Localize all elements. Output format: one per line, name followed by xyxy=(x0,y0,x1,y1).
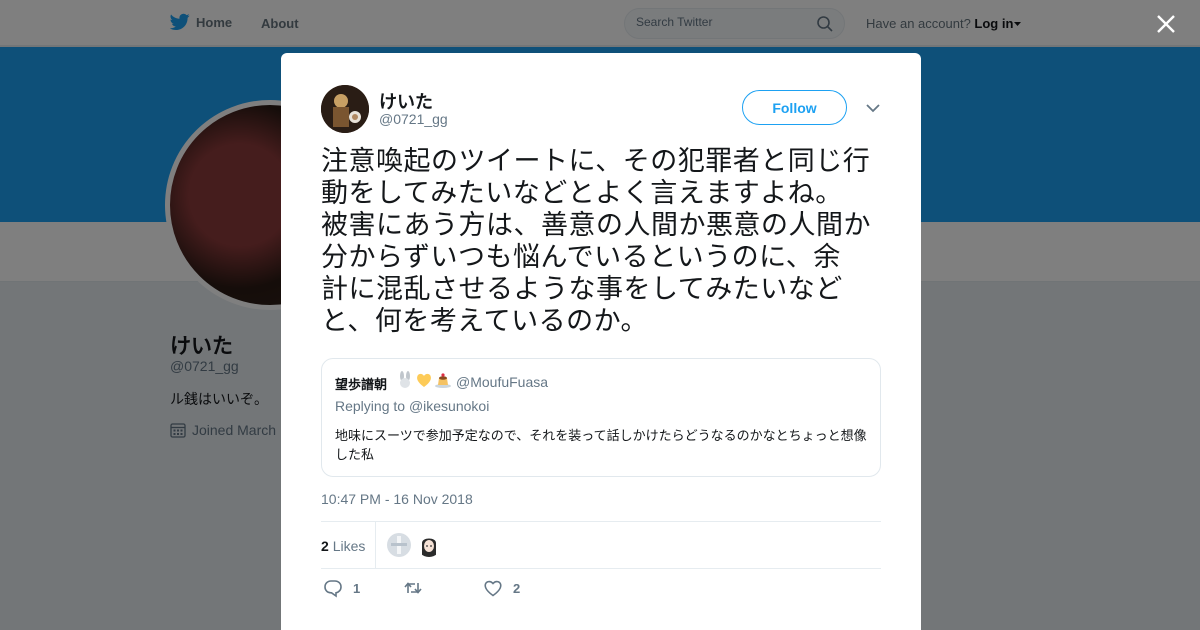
author-avatar[interactable] xyxy=(321,85,369,133)
reply-count: 1 xyxy=(353,580,361,596)
liker-avatar[interactable] xyxy=(417,533,441,557)
quoted-author-emoji xyxy=(396,371,452,389)
heart-icon xyxy=(484,580,502,597)
pudding-emoji-icon xyxy=(435,373,451,388)
like-count: 2 xyxy=(513,580,521,596)
retweet-action[interactable] xyxy=(403,578,433,598)
retweet-icon xyxy=(404,582,422,594)
replying-to-label: Replying to xyxy=(335,398,406,414)
rabbit-emoji-icon xyxy=(400,371,410,388)
quoted-tweet[interactable]: 望歩譜朝 @MoufuFuasa Replying to @ikesunokoi… xyxy=(321,358,881,477)
tweet-stats: 2 Likes xyxy=(321,521,881,569)
follow-button[interactable]: Follow xyxy=(742,90,847,125)
liker-avatar-image xyxy=(387,533,411,557)
likes-label: Likes xyxy=(332,538,366,554)
likes-stat[interactable]: 2 Likes xyxy=(321,538,365,554)
like-action[interactable]: 2 xyxy=(483,578,520,598)
author-handle[interactable]: @0721_gg xyxy=(379,111,448,127)
tweet-text: 注意喚起のツイートに、その犯罪者と同じ行 動をしてみたいなどとよく言えますよね。… xyxy=(321,146,871,337)
replying-to-mention[interactable]: @ikesunokoi xyxy=(409,398,489,414)
avatar-image xyxy=(321,85,369,133)
liker-avatar-image xyxy=(417,533,441,557)
yellow-heart-icon xyxy=(417,373,431,387)
tweet-modal: けいた @0721_gg Follow 注意喚起のツイートに、その犯罪者と同じ行… xyxy=(281,53,921,630)
replying-to-line: Replying to @ikesunokoi xyxy=(335,398,489,414)
liker-avatar[interactable] xyxy=(387,533,411,557)
quoted-author-name: 望歩譜朝 xyxy=(335,377,388,392)
likes-count: 2 xyxy=(321,538,329,554)
tweet-actions: 1 2 xyxy=(321,578,881,602)
reply-icon xyxy=(324,580,342,598)
quoted-author-handle: @MoufuFuasa xyxy=(456,374,549,390)
chevron-down-icon[interactable] xyxy=(863,100,883,116)
reply-action[interactable]: 1 xyxy=(323,578,360,598)
stats-divider xyxy=(375,522,376,568)
tweet-timestamp[interactable]: 10:47 PM - 16 Nov 2018 xyxy=(321,491,473,507)
close-icon[interactable] xyxy=(1155,13,1177,35)
quoted-tweet-text: 地味にスーツで参加予定なので、それを装って話しかけたらどうなるのかなとちょっと想… xyxy=(335,429,867,463)
